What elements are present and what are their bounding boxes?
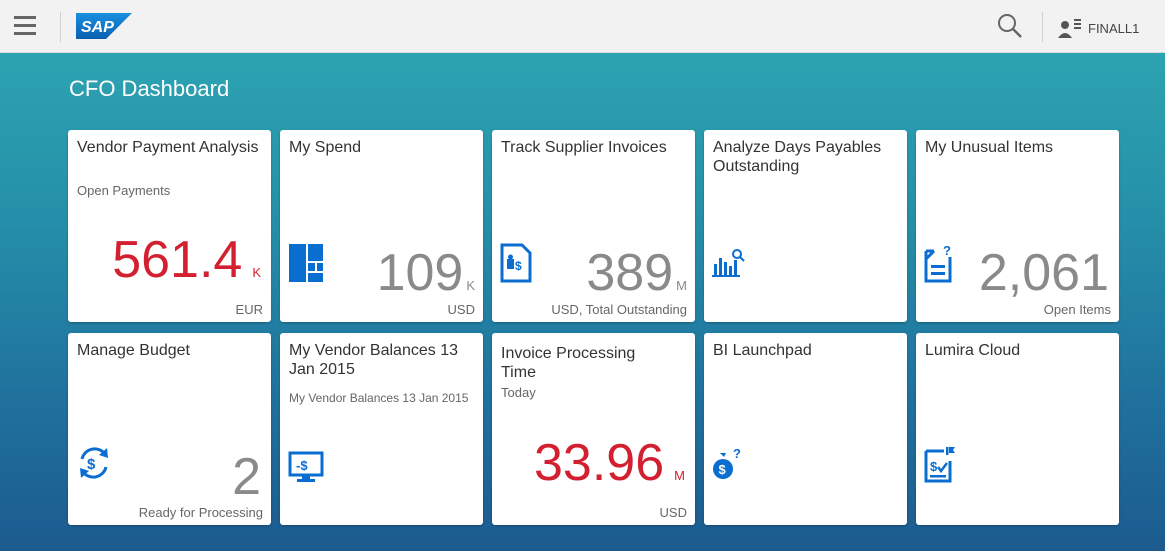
- menu-icon[interactable]: [14, 16, 36, 36]
- tile-title: Track Supplier Invoices: [501, 139, 667, 156]
- search-icon[interactable]: [996, 12, 1024, 40]
- bar-chart-search-icon: [712, 249, 745, 277]
- money-bag-question-icon: $ ?: [713, 446, 741, 479]
- kpi-value: 109 K: [377, 247, 475, 299]
- shell-header: SAP FINALL1: [0, 0, 1165, 53]
- tile-my-vendor-balances[interactable]: My Vendor Balances 13 Jan 2015 My Vendor…: [280, 333, 483, 525]
- svg-text:$: $: [515, 259, 522, 273]
- tile-lumira-cloud[interactable]: Lumira Cloud $: [916, 333, 1119, 525]
- money-document-check-icon: $: [924, 447, 955, 483]
- svg-text:?: ?: [733, 446, 741, 461]
- tile-title: BI Launchpad: [713, 342, 812, 359]
- page-title: CFO Dashboard: [69, 76, 230, 101]
- tile-footer: EUR: [235, 302, 263, 317]
- tile-subtitle: My Vendor Balances 13 Jan 2015: [289, 391, 469, 405]
- tile-track-supplier-invoices[interactable]: Track Supplier Invoices $ 389 M USD, Tot…: [492, 130, 695, 322]
- kpi-number: 561.4: [112, 231, 243, 289]
- tile-title: Invoice Processing Time: [501, 345, 636, 381]
- tile-footer: USD: [659, 505, 687, 520]
- kpi-scale: K: [466, 278, 475, 293]
- user-icon: [1058, 19, 1081, 38]
- tile-vendor-payment-analysis[interactable]: Vendor Payment Analysis Open Payments 56…: [68, 130, 271, 322]
- tile-subtitle: Today: [501, 385, 536, 400]
- kpi-number: 33.96: [534, 434, 665, 492]
- user-menu-button[interactable]: FINALL1: [1058, 14, 1139, 42]
- kpi-value: 2: [232, 451, 261, 503]
- tile-title: My Spend: [289, 139, 362, 156]
- tile-title: Analyze Days Payables Outstanding: [713, 139, 882, 175]
- kpi-scale: K: [252, 265, 261, 280]
- svg-text:$: $: [87, 456, 96, 473]
- header-divider: [60, 12, 61, 42]
- kpi-number: 109: [376, 244, 464, 302]
- kpi-number: 2: [232, 448, 261, 506]
- user-name: FINALL1: [1088, 20, 1140, 36]
- tile-title: My Vendor Balances 13 Jan 2015: [289, 342, 458, 378]
- tile-footer: USD, Total Outstanding: [551, 302, 687, 317]
- tile-footer: Ready for Processing: [138, 505, 263, 520]
- tile-title: Manage Budget: [77, 342, 190, 359]
- supplier-invoice-icon: $: [500, 243, 532, 283]
- kpi-scale: M: [676, 278, 687, 293]
- sap-logo[interactable]: SAP: [76, 13, 132, 39]
- svg-text:?: ?: [943, 243, 951, 258]
- tile-title: Vendor Payment Analysis: [77, 139, 259, 156]
- tile-manage-budget[interactable]: Manage Budget $ 2 Ready for Processing: [68, 333, 271, 525]
- kpi-scale: M: [674, 468, 685, 483]
- svg-text:-$: -$: [296, 458, 308, 473]
- tiles-chart-icon: [289, 244, 323, 282]
- kpi-value: 561.4 K: [112, 234, 261, 286]
- kpi-value: 389 M: [586, 247, 687, 299]
- header-divider: [1042, 12, 1043, 42]
- tile-my-spend[interactable]: My Spend 109 K USD: [280, 130, 483, 322]
- kpi-number: 2,061: [978, 244, 1109, 302]
- kpi-value: 33.96 M: [534, 437, 685, 489]
- sap-logo-text: SAP: [81, 19, 114, 36]
- document-question-icon: ?: [924, 243, 952, 283]
- tile-title: My Unusual Items: [925, 139, 1054, 156]
- svg-text:$: $: [930, 459, 938, 474]
- tile-subtitle: Open Payments: [77, 183, 171, 198]
- svg-text:$: $: [719, 462, 727, 477]
- tile-title: Lumira Cloud: [925, 342, 1021, 359]
- kpi-value: 2,061: [979, 247, 1109, 299]
- money-refresh-icon: $: [80, 447, 108, 479]
- tile-my-unusual-items[interactable]: My Unusual Items ? 2,061 Open Items: [916, 130, 1119, 322]
- kpi-number: 389: [586, 244, 674, 302]
- tile-invoice-processing-time[interactable]: Invoice Processing Time Today 33.96 M US…: [492, 333, 695, 525]
- tile-footer: Open Items: [1043, 302, 1111, 317]
- tile-bi-launchpad[interactable]: BI Launchpad $ ?: [704, 333, 907, 525]
- monitor-money-icon: -$: [288, 451, 324, 482]
- tile-analyze-days-payables[interactable]: Analyze Days Payables Outstanding: [704, 130, 907, 322]
- tile-footer: USD: [447, 302, 475, 317]
